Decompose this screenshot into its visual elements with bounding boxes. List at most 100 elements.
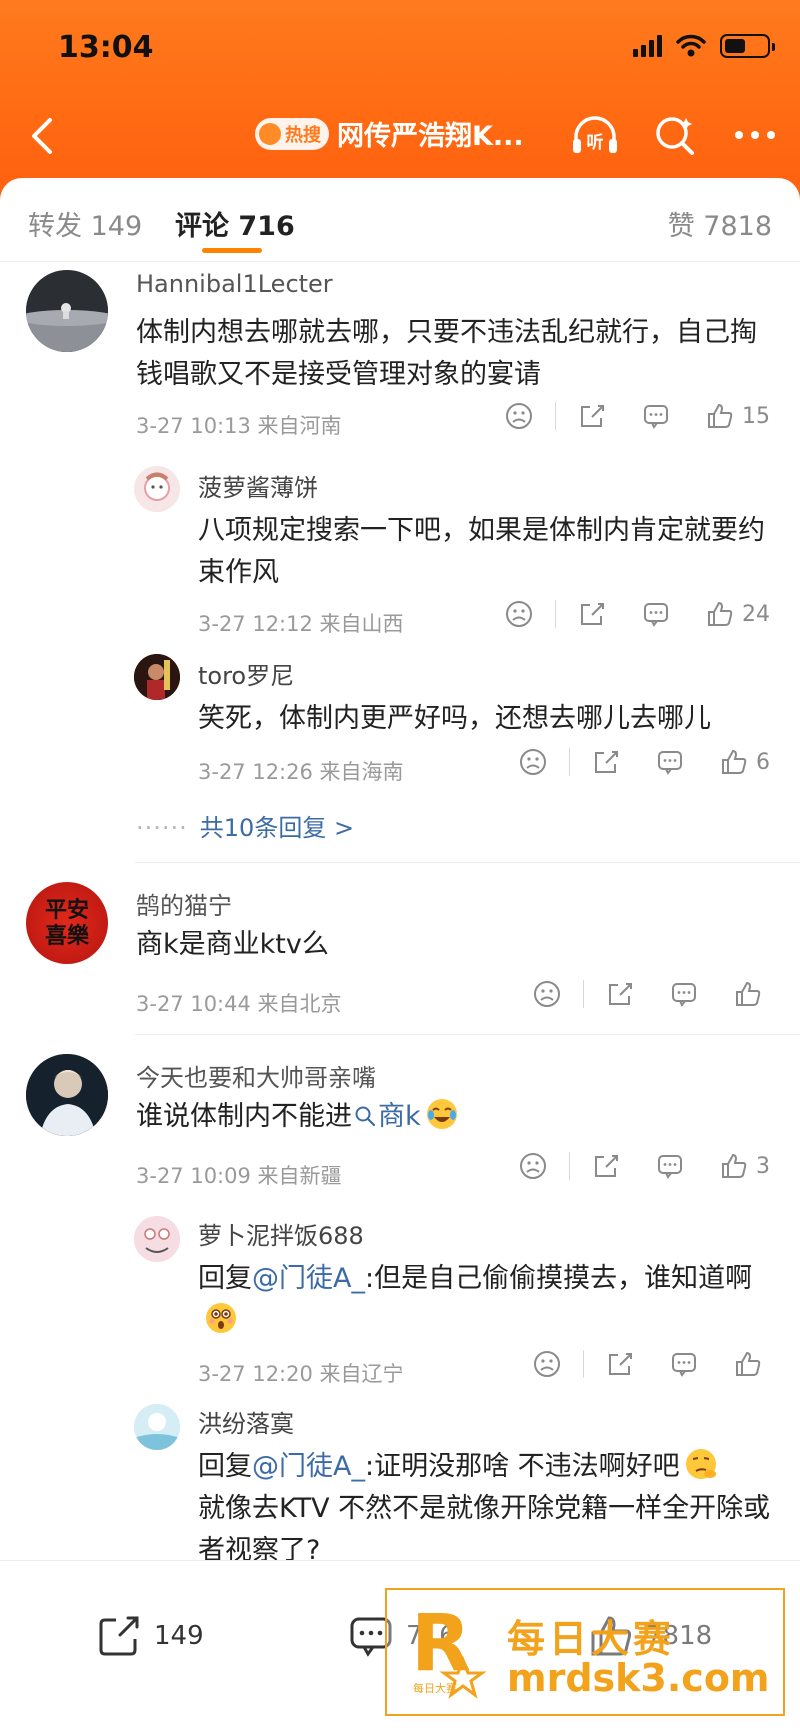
- reply-button[interactable]: [670, 980, 698, 1008]
- active-tab-indicator: [202, 248, 262, 253]
- more-replies-link[interactable]: ······ 共10条回复 >: [136, 808, 354, 843]
- status-bar: 13:04: [0, 0, 800, 100]
- share-button[interactable]: [606, 1350, 634, 1378]
- comment-text: 商k是商业ktv么: [136, 929, 329, 960]
- more-button[interactable]: [730, 110, 780, 160]
- username[interactable]: 今天也要和大帅哥亲嘴: [136, 1058, 376, 1093]
- reply-button[interactable]: [656, 748, 684, 776]
- reply-text: 笑死，体制内更严好吗，还想去哪儿去哪儿: [198, 703, 711, 734]
- reply-button[interactable]: [656, 1152, 684, 1180]
- comment-bubble-icon: [672, 1353, 696, 1377]
- comment-bubble-icon: [644, 603, 668, 627]
- avatar[interactable]: [26, 270, 108, 352]
- share-button[interactable]: [592, 748, 620, 776]
- share-button[interactable]: [592, 1152, 620, 1180]
- share-icon: [609, 983, 632, 1005]
- like-button[interactable]: 6: [720, 748, 770, 776]
- thumbs-up-icon: [736, 981, 761, 1006]
- bottom-repost-button[interactable]: 149: [96, 1613, 204, 1659]
- cellular-signal-icon: [633, 35, 662, 57]
- comment-bubble-icon: [658, 751, 682, 775]
- sky-avatar-image: [134, 1404, 180, 1450]
- tab-comments[interactable]: 评论 716: [175, 204, 295, 243]
- search-icon: [656, 117, 694, 155]
- username[interactable]: 萝卜泥拌饭688: [198, 1216, 364, 1251]
- topic-search-link[interactable]: 商k: [352, 1101, 421, 1132]
- watermark-line2: mrdsk3.com: [507, 1656, 770, 1700]
- dislike-button[interactable]: [519, 748, 547, 776]
- avatar[interactable]: [26, 1054, 108, 1136]
- comment-bubble-icon: [658, 1155, 682, 1179]
- thumbs-up-icon: [708, 601, 733, 626]
- moon-landscape-avatar-image: [26, 270, 108, 352]
- dislike-button[interactable]: [533, 1350, 561, 1378]
- username[interactable]: Hannibal1Lecter: [136, 270, 333, 298]
- reply-button[interactable]: [670, 1350, 698, 1378]
- comment-bubble-icon: [672, 983, 696, 1007]
- username[interactable]: 鹄的猫宁: [136, 886, 232, 921]
- battery-icon: [720, 34, 775, 58]
- avatar[interactable]: [134, 1404, 180, 1450]
- thumbs-up-icon: [708, 403, 733, 428]
- reply-button[interactable]: [642, 402, 670, 430]
- thumbs-up-icon: [722, 1153, 747, 1178]
- comment-text-prefix: 谁说体制内不能进: [136, 1101, 352, 1132]
- avatar[interactable]: [134, 654, 180, 700]
- dislike-button[interactable]: [505, 402, 533, 430]
- dislike-button[interactable]: [519, 1152, 547, 1180]
- reply-actions: 6: [483, 748, 770, 776]
- like-count: 24: [742, 601, 770, 627]
- dislike-button[interactable]: [505, 600, 533, 628]
- more-replies-label: 共10条回复 >: [199, 814, 355, 842]
- topic-title[interactable]: 热搜 网传严浩翔K...: [255, 114, 524, 153]
- cartoon-avatar-image: [134, 466, 180, 512]
- watermark-logo-small: 每日大赛: [413, 1681, 457, 1695]
- listen-button[interactable]: 听: [570, 110, 620, 160]
- like-button[interactable]: [734, 980, 770, 1008]
- share-button[interactable]: [578, 402, 606, 430]
- like-button[interactable]: 15: [706, 402, 770, 430]
- topic-link-label: 商k: [378, 1101, 421, 1132]
- share-button[interactable]: [606, 980, 634, 1008]
- nav-bar: 热搜 网传严浩翔K... 听: [0, 100, 800, 180]
- comment-actions: 3: [483, 1152, 770, 1180]
- share-button[interactable]: [578, 600, 606, 628]
- watermark-logo: R 每日大赛: [411, 1600, 487, 1699]
- reply-meta: 3-27 12:20 来自辽宁: [198, 1362, 404, 1386]
- username[interactable]: 洪纷落寞: [198, 1404, 294, 1439]
- flame-icon: [259, 122, 281, 145]
- divider: [135, 1034, 800, 1035]
- like-button[interactable]: 24: [706, 600, 770, 628]
- reply-actions: [497, 1350, 770, 1378]
- reply-text: 回复@门徒A_:证明没那啥 不违法啊好吧 就像去KTV 不然不是就像开除党籍一样…: [198, 1446, 778, 1572]
- mention-link[interactable]: @门徒A_: [252, 1263, 365, 1294]
- like-count: 3: [756, 1153, 770, 1179]
- mention-link[interactable]: @门徒A_: [252, 1451, 365, 1482]
- reply-prefix: 回复: [198, 1263, 252, 1294]
- like-button[interactable]: 3: [720, 1152, 770, 1180]
- reply-button[interactable]: [642, 600, 670, 628]
- comment-actions: [497, 980, 770, 1008]
- divider: [569, 748, 570, 776]
- comment-meta: 3-27 10:13 来自河南: [136, 414, 342, 438]
- sad-face-icon: [534, 981, 560, 1007]
- username[interactable]: toro罗尼: [198, 656, 294, 691]
- avatar[interactable]: [134, 466, 180, 512]
- username[interactable]: 菠萝酱薄饼: [198, 468, 318, 503]
- share-icon: [595, 751, 618, 773]
- avatar[interactable]: 平安喜樂: [26, 882, 108, 964]
- tab-repost[interactable]: 转发 149: [28, 204, 142, 243]
- comment-text: 体制内想去哪就去哪，只要不违法乱纪就行，自己掏钱唱歌又不是接受管理对象的宴请: [136, 317, 757, 390]
- nav-actions: 听: [570, 110, 780, 160]
- dislike-button[interactable]: [533, 980, 561, 1008]
- divider: [583, 1350, 584, 1378]
- avatar[interactable]: [134, 1216, 180, 1262]
- search-button[interactable]: [650, 110, 700, 160]
- chevron-left-icon: [32, 118, 52, 154]
- back-button[interactable]: [20, 112, 70, 162]
- tab-likes[interactable]: 赞 7818: [668, 204, 772, 243]
- portrait-avatar-image: [26, 1054, 108, 1136]
- hot-search-badge: 热搜: [255, 117, 329, 150]
- like-button[interactable]: [734, 1350, 770, 1378]
- reply-prefix: 回复: [198, 1451, 252, 1482]
